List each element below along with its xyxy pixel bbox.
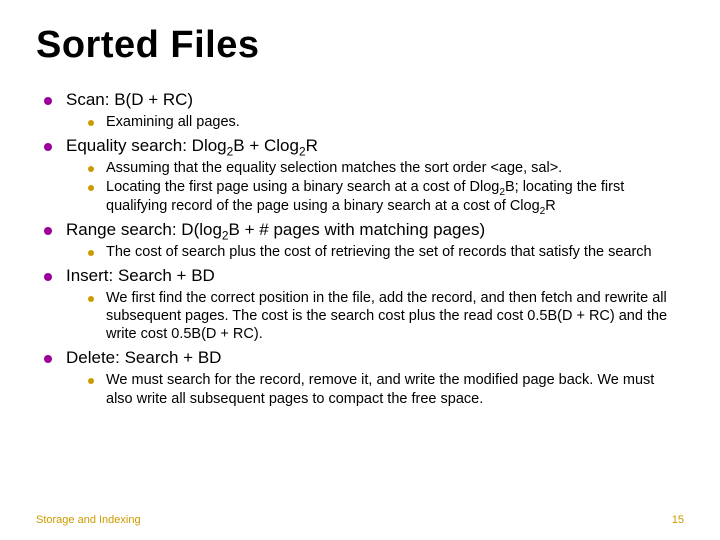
sub-list-item: We must search for the record, remove it… [88, 371, 684, 407]
sub-item-text: The cost of search plus the cost of retr… [106, 243, 684, 261]
footer-left: Storage and Indexing [36, 514, 141, 526]
bullet-icon [88, 166, 94, 172]
sub-item-text: We must search for the record, remove it… [106, 371, 684, 407]
item-heading: Equality search: Dlog2B + Clog2R [66, 135, 684, 157]
bullet-icon [44, 227, 52, 235]
sub-list: The cost of search plus the cost of retr… [44, 243, 684, 261]
bullet-icon [44, 273, 52, 281]
list-item: Equality search: Dlog2B + Clog2R Assuming… [44, 135, 684, 214]
item-heading: Delete: Search + BD [66, 347, 684, 369]
list-item: Insert: Search + BDWe first find the cor… [44, 265, 684, 343]
sub-list: We must search for the record, remove it… [44, 371, 684, 407]
sub-list: Examining all pages. [44, 113, 684, 131]
bullet-icon [88, 185, 94, 191]
footer: Storage and Indexing 15 [36, 514, 684, 526]
list-item: Range search: D(log2B + # pages with mat… [44, 219, 684, 261]
sub-list: Assuming that the equality selection mat… [44, 159, 684, 214]
sub-item-text: We first find the correct position in th… [106, 289, 684, 343]
sub-item-text: Assuming that the equality selection mat… [106, 159, 684, 177]
item-heading: Range search: D(log2B + # pages with mat… [66, 219, 684, 241]
bullet-icon [44, 143, 52, 151]
item-heading: Insert: Search + BD [66, 265, 684, 287]
sub-list-item: We first find the correct position in th… [88, 289, 684, 343]
bullet-icon [88, 378, 94, 384]
bullet-icon [88, 250, 94, 256]
slide-title: Sorted Files [36, 24, 684, 67]
sub-list-item: Locating the first page using a binary s… [88, 178, 684, 214]
item-heading: Scan: B(D + RC) [66, 89, 684, 111]
sub-list-item: Examining all pages. [88, 113, 684, 131]
bullet-icon [44, 97, 52, 105]
sub-item-text: Locating the first page using a binary s… [106, 178, 684, 214]
bullet-icon [88, 296, 94, 302]
bullet-icon [88, 120, 94, 126]
bullet-list: Scan: B(D + RC) Examining all pages. Equal… [36, 89, 684, 408]
sub-item-text: Examining all pages. [106, 113, 684, 131]
bullet-icon [44, 355, 52, 363]
list-item: Scan: B(D + RC) Examining all pages. [44, 89, 684, 131]
sub-list: We first find the correct position in th… [44, 289, 684, 343]
footer-page-number: 15 [672, 514, 684, 526]
sub-list-item: The cost of search plus the cost of retr… [88, 243, 684, 261]
sub-list-item: Assuming that the equality selection mat… [88, 159, 684, 177]
list-item: Delete: Search + BDWe must search for th… [44, 347, 684, 407]
